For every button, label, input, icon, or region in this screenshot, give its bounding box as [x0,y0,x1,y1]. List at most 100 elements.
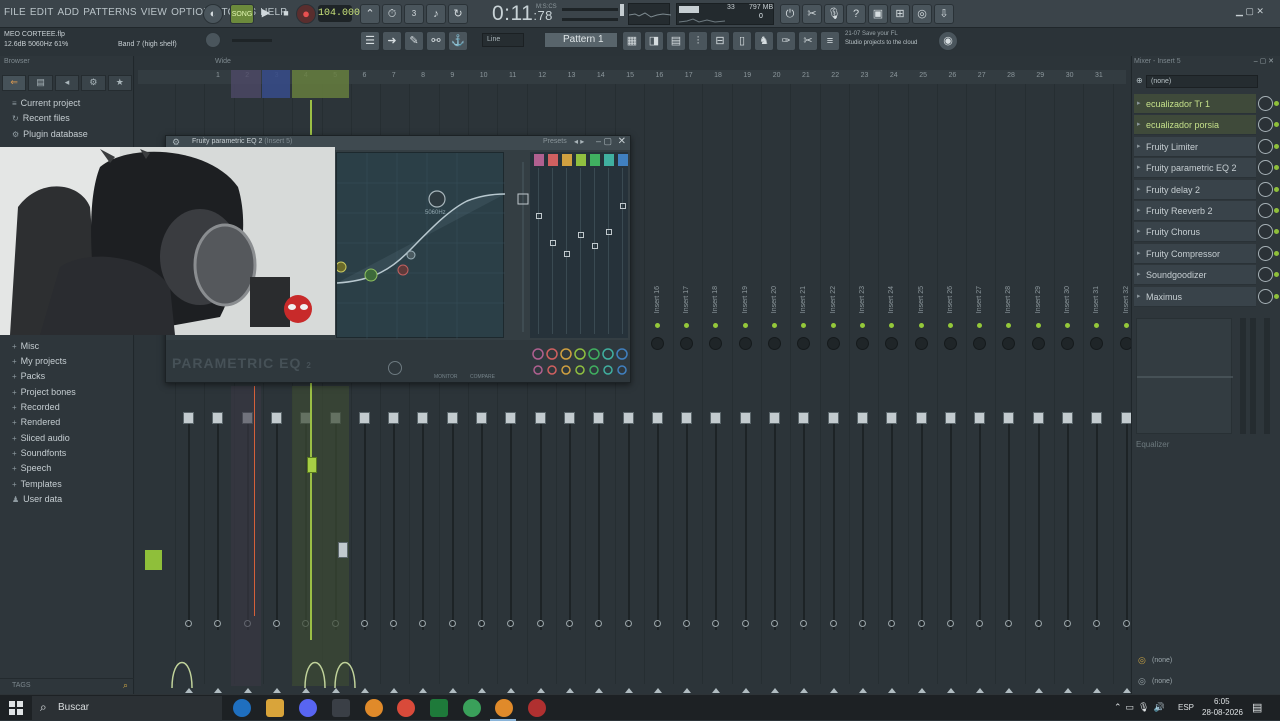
fl-studio-icon[interactable] [365,699,383,717]
news-icon[interactable]: ≡ [820,31,840,51]
send-switch[interactable] [360,620,368,627]
eq-band-slider[interactable] [562,152,572,338]
volume-fader[interactable] [270,412,282,424]
eq-monitor-button[interactable]: MONITOR [434,374,458,380]
excel-icon[interactable] [430,699,448,717]
track-enable-led[interactable] [947,323,953,328]
track-enable-led[interactable] [830,323,836,328]
browser-plugins-icon[interactable]: ◂ [54,75,80,91]
pan-knob[interactable] [650,337,664,350]
chrome-icon[interactable] [397,699,415,717]
send-switch[interactable] [917,620,925,627]
volume-fader[interactable] [886,412,898,424]
mixer-track[interactable]: Insert 17 [673,84,699,693]
volume-fader[interactable] [358,412,370,424]
track-enable-led[interactable] [684,323,690,328]
send-switch[interactable] [653,620,661,627]
master-volume-handle[interactable] [620,4,624,16]
insert-number[interactable]: 31 [1095,72,1103,79]
insert-number[interactable]: 19 [743,72,751,79]
slot-arrow-icon[interactable]: ▸ [1137,99,1141,107]
effect-slot[interactable]: ▸ Fruity Reeverb 2 [1134,201,1279,221]
volume-fader[interactable] [622,412,634,424]
track-enable-led[interactable] [859,323,865,328]
insert-5-fader-handle[interactable] [307,457,317,473]
send-switch[interactable] [829,620,837,627]
volume-fader[interactable] [856,412,868,424]
slot-enable-led[interactable] [1274,122,1279,128]
route-arrow-icon[interactable] [829,688,838,693]
volume-fader[interactable] [1003,412,1015,424]
effect-slot[interactable]: ▸ ecualizador porsia [1134,115,1279,136]
volume-fader[interactable] [827,412,839,424]
track-enable-led[interactable] [713,323,719,328]
volume-fader[interactable] [183,412,194,424]
slot-enable-led[interactable] [1274,143,1279,149]
slot-mix-knob[interactable] [1258,138,1273,154]
volume-fader[interactable] [710,412,722,424]
browser-settings-icon[interactable]: ⚙ [81,75,106,91]
volume-fader[interactable] [446,412,458,424]
slot-mix-knob[interactable] [1258,267,1273,283]
master-pitch-slider[interactable] [562,18,618,21]
track-enable-led[interactable] [742,323,748,328]
track-enable-led[interactable] [977,323,983,328]
send-switch[interactable] [507,620,515,627]
effect-slot[interactable]: ▸ Fruity Compressor [1134,243,1279,264]
insert-number[interactable]: 18 [714,72,722,79]
piano-roll-icon[interactable]: ◨ [644,31,664,51]
route-arrow-icon[interactable] [390,688,399,693]
mixer-track[interactable]: Insert 31 [1083,84,1109,693]
browser-item[interactable]: + Misc [12,341,39,351]
insert-number[interactable]: 29 [1036,72,1044,79]
route-arrow-icon[interactable] [565,688,574,693]
route-arrow-icon[interactable] [1064,688,1072,693]
chrome-2-icon[interactable] [463,699,481,717]
close-icon[interactable]: ✕ [618,136,626,147]
slot-arrow-icon[interactable]: ▸ [1137,270,1141,278]
send-switch[interactable] [185,620,192,627]
insert-6-fader-handle[interactable] [338,542,348,558]
menu-view[interactable]: VIEW [141,7,167,18]
route-arrow-icon[interactable] [478,688,486,693]
pan-knob[interactable] [768,337,781,350]
wait-input-icon[interactable]: ⏱ [382,4,402,24]
volume-fader[interactable] [1120,412,1132,424]
volume-fader[interactable] [651,412,663,424]
browser-item[interactable]: + My projects [12,356,67,366]
track-enable-led[interactable] [1035,323,1041,328]
volume-fader[interactable] [798,412,810,424]
menu-patterns[interactable]: PATTERNS [83,7,136,18]
insert-number[interactable]: 14 [597,72,605,79]
volume-fader[interactable] [769,412,780,424]
pan-knob[interactable] [1090,337,1104,350]
eq-band-slider[interactable] [590,152,600,338]
slot-arrow-icon[interactable]: ▸ [1137,227,1141,235]
save-icon[interactable]: ▣ [868,4,888,24]
slot-arrow-icon[interactable]: ▸ [1137,120,1141,128]
route-arrow-icon[interactable] [419,688,428,693]
slot-enable-led[interactable] [1274,208,1279,213]
browser-item[interactable]: ⚙ Plugin database [12,129,88,139]
browser-item[interactable]: + Soundfonts [12,448,66,458]
mixer-icon[interactable]: ✂ [802,4,822,24]
pan-knob[interactable] [797,337,811,350]
send-switch[interactable] [683,620,691,627]
send-switch[interactable] [565,620,573,627]
record-button[interactable]: ● [296,4,316,24]
volume-fader[interactable] [974,412,986,424]
play-button[interactable]: ▶ [256,4,276,24]
send-switch[interactable] [1034,620,1042,627]
insert-number[interactable]: 27 [978,72,986,79]
audio-input-select[interactable]: (none) [1146,75,1258,88]
pan-knob[interactable] [680,337,694,350]
browser-item[interactable]: + Packs [12,371,45,381]
stamp-icon[interactable]: ⚓ [448,31,468,51]
mixer-track[interactable]: Insert 25 [907,84,934,693]
send-switch[interactable] [1064,620,1071,627]
eq-band-handle[interactable] [606,228,612,235]
mixer-track[interactable]: Insert 27 [966,84,992,693]
insert-number[interactable]: 17 [685,72,693,79]
eq-band-handle[interactable] [550,240,556,246]
insert-number[interactable]: 26 [949,72,957,79]
